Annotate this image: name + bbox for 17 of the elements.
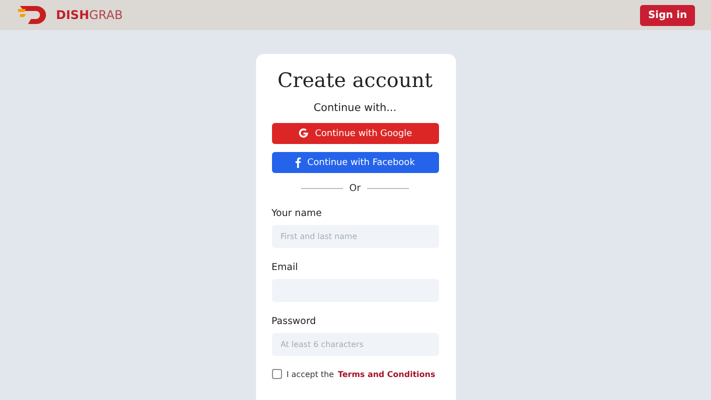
google-g-icon bbox=[298, 128, 309, 139]
facebook-f-icon bbox=[295, 157, 302, 168]
card-title: Create account bbox=[277, 68, 433, 92]
terms-text: I accept the bbox=[286, 370, 334, 378]
input-field[interactable]: At least 6 characters bbox=[272, 333, 438, 356]
field-label: Email bbox=[272, 262, 299, 273]
brand-name: DISHGRAB bbox=[56, 8, 123, 22]
or-divider-text: Or bbox=[349, 183, 361, 194]
google-button[interactable]: Continue with Google bbox=[272, 123, 438, 144]
facebook-button[interactable]: Continue with Facebook bbox=[272, 152, 438, 173]
field-label: Your name bbox=[272, 208, 323, 219]
sign-in-button[interactable]: Sign in bbox=[640, 4, 695, 26]
field-label: Password bbox=[272, 316, 317, 327]
terms-link[interactable]: Terms and Conditions bbox=[338, 370, 436, 378]
input-field[interactable]: First and last name bbox=[272, 225, 438, 248]
checkbox[interactable] bbox=[272, 369, 282, 379]
subtitle: Continue with... bbox=[314, 102, 396, 114]
